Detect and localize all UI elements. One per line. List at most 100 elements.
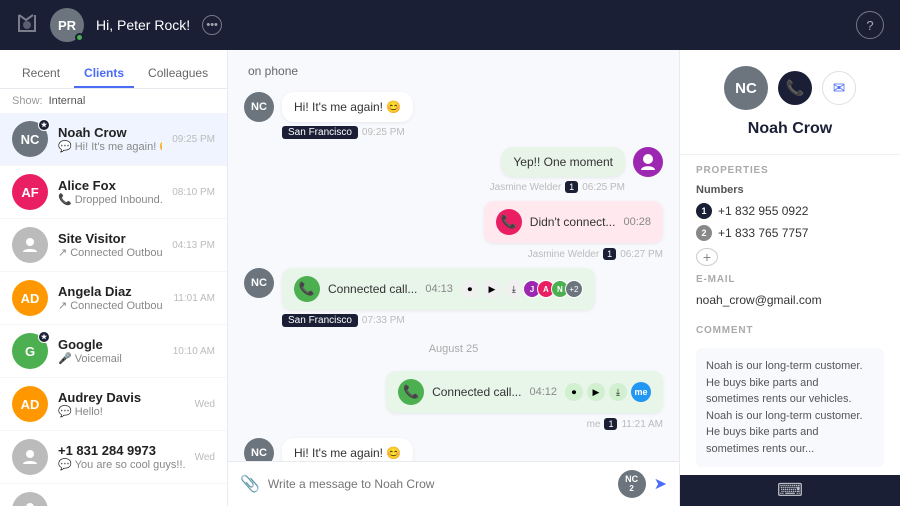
attach-button[interactable]: 📎: [240, 474, 260, 494]
avatar: NC: [244, 92, 274, 122]
more-count: +2: [565, 280, 583, 298]
info-icon[interactable]: •••: [202, 15, 222, 35]
contact-preview: ↗ Connected Outboun...: [58, 246, 162, 259]
record-icon[interactable]: ⏺: [565, 383, 583, 401]
missed-call-bubble: 📞 Didn't connect... 00:28: [484, 201, 663, 243]
tab-clients[interactable]: Clients: [74, 60, 134, 88]
contact-preview: 💬 Hi! It's me again! 😊: [58, 140, 162, 153]
call-button[interactable]: 📞: [778, 71, 812, 105]
dialpad-icon[interactable]: ⌨: [777, 480, 803, 501]
contact-name: Site Visitor: [58, 231, 162, 246]
list-item[interactable]: G ★ Google 🎤 Voicemail 10:10 AM: [0, 325, 227, 378]
avatar: AF: [12, 174, 48, 210]
number-badge-1: 1: [696, 203, 712, 219]
call-controls: ⏺ ▶ ⤓ J A N +2: [461, 280, 583, 298]
email-button[interactable]: ✉: [822, 71, 856, 105]
call-message: 📞 Didn't connect... 00:28 Jasmine Welder…: [244, 201, 663, 260]
contact-name: Audrey Davis: [58, 390, 185, 405]
play-icon[interactable]: ▶: [587, 383, 605, 401]
contact-info: Google 🎤 Voicemail: [58, 337, 163, 365]
profile-header: NC 📞 ✉ Noah Crow: [680, 50, 900, 155]
play-icon[interactable]: ▶: [483, 280, 501, 298]
contact-name: Alice Fox: [58, 178, 162, 193]
contact-info: Noah Crow 💬 Hi! It's me again! 😊: [58, 125, 162, 153]
preview-icon: 💬: [58, 405, 72, 418]
show-label: Show:: [12, 95, 43, 107]
recipient-badge: NC 2: [618, 470, 646, 498]
tab-recent[interactable]: Recent: [12, 60, 70, 88]
contact-info: Audrey Davis 💬 Hello!: [58, 390, 185, 418]
num-badge: 1: [565, 181, 578, 193]
call-icon: 📞: [294, 276, 320, 302]
list-item[interactable]: +1 831 284 9973 💬 You are so cool guys!!…: [0, 431, 227, 484]
message-row: NC Hi! It's me again! 😊 San Francisco 09…: [244, 438, 663, 461]
preview-icon: 📞: [58, 193, 72, 206]
contact-preview: 📞 Dropped Inbound...: [58, 193, 162, 206]
list-item[interactable]: AD Audrey Davis 💬 Hello! Wed: [0, 378, 227, 431]
chat-area: on phone NC Hi! It's me again! 😊 San Fra…: [228, 50, 680, 506]
contact-info: Site Visitor ↗ Connected Outboun...: [58, 231, 162, 259]
call-icon: 📞: [496, 209, 522, 235]
email-section-title: E-mail: [680, 270, 900, 289]
on-phone-status: on phone: [244, 62, 663, 84]
show-filter-row: Show: Internal: [0, 89, 227, 113]
download-icon[interactable]: ⤓: [609, 383, 627, 401]
list-item[interactable]: AD Angela Diaz ↗ Connected Outboun... 11…: [0, 272, 227, 325]
left-sidebar: Recent Clients Colleagues Show: Internal…: [0, 50, 228, 506]
message-row: NC Hi! It's me again! 😊 San Francisco 09…: [244, 92, 663, 139]
email-value[interactable]: noah_crow@gmail.com: [680, 289, 900, 315]
call-controls: ⏺ ▶ ⤓ me: [565, 382, 651, 402]
avatar: [12, 492, 48, 506]
phone-number-1[interactable]: +1 832 955 0922: [718, 204, 808, 218]
participants-avatars: J A N +2: [527, 280, 583, 298]
contact-time: Wed: [195, 452, 215, 463]
avatar: NC ★: [12, 121, 48, 157]
greeting-text: Hi, Peter Rock!: [96, 17, 190, 33]
location-tag: San Francisco: [282, 126, 358, 139]
dialpad-bar: ⌨: [680, 475, 900, 506]
contact-time: Wed: [195, 399, 215, 410]
preview-icon: ↗: [58, 246, 67, 259]
send-button[interactable]: ➤: [654, 474, 667, 494]
main-layout: Recent Clients Colleagues Show: Internal…: [0, 50, 900, 506]
user-avatar[interactable]: PR: [50, 8, 84, 42]
properties-section-title: PROPERTIES: [680, 155, 900, 180]
avatar: AD: [12, 280, 48, 316]
avatar: NC: [244, 438, 274, 461]
date-divider: August 25: [244, 343, 663, 355]
message-row: 📞 Connected call... 04:12 ⏺ ▶ ⤓ me me 1 …: [244, 371, 663, 430]
star-badge: ★: [38, 331, 50, 343]
add-number-button[interactable]: +: [696, 248, 718, 266]
profile-name: Noah Crow: [748, 120, 832, 138]
contact-name: Google: [58, 337, 163, 352]
message-bubble: Yep!! One moment: [501, 147, 625, 177]
preview-icon: 💬: [58, 458, 72, 471]
call-icon: 📞: [398, 379, 424, 405]
record-icon[interactable]: ⏺: [461, 280, 479, 298]
contact-time: 09:25 PM: [172, 134, 215, 145]
avatar: NC: [244, 268, 274, 298]
list-item[interactable]: Site Visitor ↗ Connected Outboun... 04:1…: [0, 219, 227, 272]
me-label: me: [587, 419, 601, 430]
profile-avatar: NC: [724, 66, 768, 110]
help-button[interactable]: ?: [856, 11, 884, 39]
contact-name: Noah Crow: [58, 125, 162, 140]
message-input[interactable]: [268, 477, 610, 491]
contact-time: 08:10 PM: [172, 187, 215, 198]
contact-time: 10:10 AM: [173, 346, 215, 357]
download-icon[interactable]: ⤓: [505, 280, 523, 298]
avatar: AD: [12, 386, 48, 422]
message-meta: Jasmine Welder 1 06:27 PM: [528, 248, 663, 260]
preview-icon: 💬: [58, 140, 72, 153]
list-item[interactable]: +1 161 653 9186: [0, 484, 227, 506]
list-item[interactable]: AF Alice Fox 📞 Dropped Inbound... 08:10 …: [0, 166, 227, 219]
phone-number-2[interactable]: +1 833 765 7757: [718, 226, 808, 240]
preview-icon: ↗: [58, 299, 67, 312]
list-item[interactable]: NC ★ Noah Crow 💬 Hi! It's me again! 😊 09…: [0, 113, 227, 166]
comment-text[interactable]: Noah is our long-term customer. He buys …: [696, 348, 884, 467]
chat-input-area: 📎 NC 2 ➤: [228, 461, 679, 506]
show-value[interactable]: Internal: [49, 95, 86, 107]
tab-colleagues[interactable]: Colleagues: [138, 60, 218, 88]
profile-avatar-row: NC 📞 ✉: [724, 66, 856, 110]
contact-info: Alice Fox 📞 Dropped Inbound...: [58, 178, 162, 206]
